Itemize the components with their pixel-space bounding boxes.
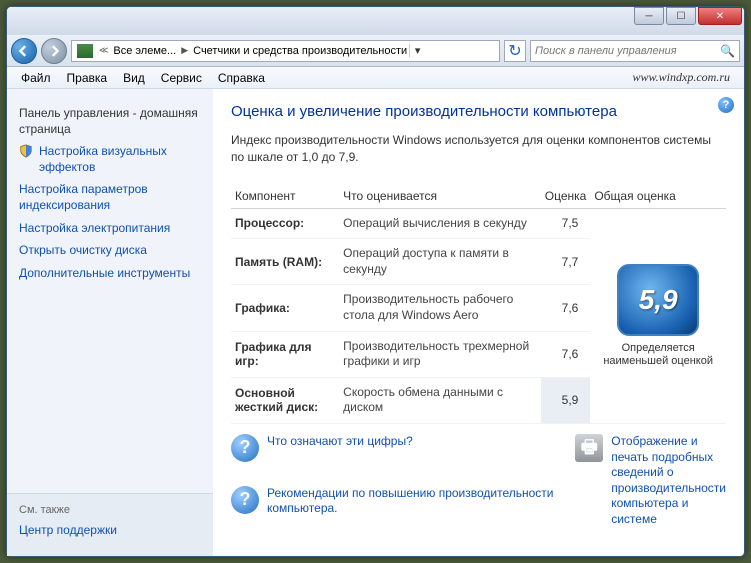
minimize-button[interactable]: ─ [634,7,664,25]
breadcrumb-dropdown[interactable]: ▾ [409,44,425,57]
cell-score: 7,5 [541,208,591,239]
titlebar[interactable]: ─ ☐ ✕ [7,7,744,35]
search-input[interactable] [535,45,720,57]
col-score: Оценка [541,184,591,209]
breadcrumb-item[interactable]: Все элеме... [111,45,178,57]
nav-toolbar: ≪ Все элеме... ▶ Счетчики и средства про… [7,35,744,67]
control-panel-icon [77,44,93,58]
breadcrumb-item[interactable]: Счетчики и средства производительности [191,45,409,57]
search-icon[interactable]: 🔍 [720,44,735,58]
sidebar-item-support[interactable]: Центр поддержки [19,523,201,539]
back-button[interactable] [11,38,37,64]
link-print-details[interactable]: 🖶 Отображение и печать подробных сведени… [575,434,726,528]
page-intro: Индекс производительности Windows исполь… [231,132,726,166]
page-title: Оценка и увеличение производительности к… [231,103,726,120]
col-overall: Общая оценка [590,184,726,209]
printer-icon: 🖶 [575,434,603,462]
performance-table: Компонент Что оценивается Оценка Общая о… [231,184,726,424]
menu-view[interactable]: Вид [115,71,153,85]
cell-description: Скорость обмена данными с диском [339,377,541,423]
menu-file[interactable]: Файл [13,71,59,85]
question-icon: ? [231,434,259,462]
sidebar-item-power[interactable]: Настройка электропитания [19,221,201,237]
cell-component: Графика для игр: [231,331,339,377]
cell-description: Операций доступа к памяти в секунду [339,239,541,285]
menu-service[interactable]: Сервис [153,71,210,85]
col-component: Компонент [231,184,339,209]
cell-score: 7,6 [541,285,591,331]
sidebar: Панель управления - домашняя страница На… [7,89,213,556]
sidebar-see-also: См. также Центр поддержки [7,493,213,556]
cell-component: Графика: [231,285,339,331]
sidebar-item-visual-effects[interactable]: Настройка визуальных эффектов [19,144,201,175]
refresh-button[interactable]: ↻ [504,40,526,62]
menu-help[interactable]: Справка [210,71,273,85]
help-icon[interactable]: ? [718,97,734,113]
overall-score-caption: Определяется наименьшей оценкой [596,342,720,368]
breadcrumb[interactable]: ≪ Все элеме... ▶ Счетчики и средства про… [71,40,500,62]
cell-component: Процессор: [231,208,339,239]
sidebar-item-disk-cleanup[interactable]: Открыть очистку диска [19,243,201,259]
col-what: Что оценивается [339,184,541,209]
table-row: Процессор: Операций вычисления в секунду… [231,208,726,239]
maximize-button[interactable]: ☐ [666,7,696,25]
overall-score-cell: 5,9 Определяется наименьшей оценкой [590,208,726,423]
question-icon: ? [231,486,259,514]
link-what-numbers[interactable]: ? Что означают эти цифры? [231,434,555,476]
cell-score: 7,7 [541,239,591,285]
cell-description: Производительность трехмерной графики и … [339,331,541,377]
sidebar-item-advanced-tools[interactable]: Дополнительные инструменты [19,266,201,282]
main-pane: ? Оценка и увеличение производительности… [213,89,744,556]
menu-edit[interactable]: Правка [59,71,116,85]
search-box[interactable]: 🔍 [530,40,740,62]
cell-score: 7,6 [541,331,591,377]
shield-icon [19,144,33,158]
sidebar-home-link[interactable]: Панель управления - домашняя страница [19,106,201,137]
footer-links: ? Что означают эти цифры? ? Рекомендации… [231,434,726,528]
watermark-text: www.windxp.com.ru [633,70,738,85]
cell-description: Операций вычисления в секунду [339,208,541,239]
cell-component: Основной жесткий диск: [231,377,339,423]
chevron-right-icon[interactable]: ≪ [96,45,111,56]
chevron-right-icon[interactable]: ▶ [178,45,191,56]
close-button[interactable]: ✕ [698,7,742,25]
sidebar-item-label: Настройка визуальных эффектов [39,144,201,175]
link-recommendations[interactable]: ? Рекомендации по повышению производител… [231,486,555,528]
menubar: Файл Правка Вид Сервис Справка www.windx… [7,67,744,89]
see-also-label: См. также [19,504,201,516]
explorer-window: ─ ☐ ✕ ≪ Все элеме... ▶ Счетчики и средст… [6,6,745,557]
cell-score: 5,9 [541,377,591,423]
overall-score-badge: 5,9 [617,264,699,336]
cell-description: Производительность рабочего стола для Wi… [339,285,541,331]
sidebar-item-indexing[interactable]: Настройка параметров индексирования [19,182,201,213]
cell-component: Память (RAM): [231,239,339,285]
content-area: Панель управления - домашняя страница На… [7,89,744,556]
forward-button[interactable] [41,38,67,64]
